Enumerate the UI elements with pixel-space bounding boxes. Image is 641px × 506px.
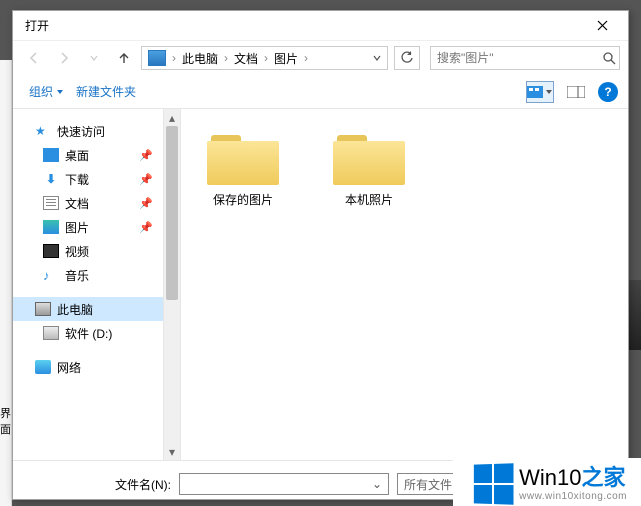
video-icon — [43, 244, 59, 258]
sidebar: ★ 快速访问 桌面 📌 ⬇ 下载 📌 文档 📌 图片 📌 视频 ♪ 音乐 此电脑 软件 (D:… — [13, 109, 181, 460]
content-area[interactable]: 保存的图片 本机照片 — [181, 109, 628, 460]
refresh-button[interactable] — [394, 46, 420, 70]
close-button[interactable] — [582, 12, 622, 40]
scroll-track[interactable] — [164, 126, 180, 443]
folder-name: 本机照片 — [345, 191, 393, 208]
new-folder-label: 新建文件夹 — [76, 83, 136, 100]
sidebar-scrollbar[interactable]: ▴ ▾ — [163, 109, 180, 460]
watermark-url: www.win10xitong.com — [519, 491, 627, 502]
sidebar-item-pictures[interactable]: 图片 📌 — [13, 215, 163, 239]
folder-name: 保存的图片 — [213, 191, 273, 208]
chevron-right-icon: › — [222, 51, 230, 65]
pin-icon: 📌 — [139, 173, 153, 186]
scroll-down-icon[interactable]: ▾ — [164, 443, 180, 460]
pin-icon: 📌 — [139, 149, 153, 162]
desktop-icon — [43, 148, 59, 162]
chevron-right-icon: › — [170, 51, 178, 65]
this-pc-label: 此电脑 — [57, 301, 93, 318]
sidebar-item-label: 桌面 — [65, 147, 89, 164]
folder-item[interactable]: 保存的图片 — [195, 129, 291, 208]
folder-item[interactable]: 本机照片 — [321, 129, 417, 208]
network-icon — [35, 360, 51, 374]
sidebar-item-downloads[interactable]: ⬇ 下载 📌 — [13, 167, 163, 191]
sidebar-item-label: 视频 — [65, 243, 89, 260]
chevron-right-icon: › — [302, 51, 310, 65]
sidebar-item-label: 图片 — [65, 219, 89, 236]
chevron-down-icon[interactable]: ⌄ — [370, 477, 384, 491]
preview-pane-button[interactable] — [562, 81, 590, 103]
sidebar-this-pc[interactable]: 此电脑 — [13, 297, 163, 321]
filter-label: 所有文件 — [404, 476, 452, 493]
sidebar-item-music[interactable]: ♪ 音乐 — [13, 263, 163, 287]
star-icon: ★ — [35, 124, 51, 138]
sidebar-item-videos[interactable]: 视频 — [13, 239, 163, 263]
network-label: 网络 — [57, 359, 81, 376]
watermark: Win10之家 www.win10xitong.com — [453, 458, 641, 506]
back-button[interactable] — [21, 45, 47, 71]
picture-icon — [43, 220, 59, 234]
organize-label: 组织 — [29, 83, 53, 100]
filename-input[interactable] — [184, 477, 370, 491]
scroll-thumb[interactable] — [166, 126, 178, 300]
breadcrumb-bar[interactable]: › 此电脑 › 文档 › 图片 › — [141, 46, 388, 70]
sidebar-item-label: 音乐 — [65, 267, 89, 284]
sidebar-item-desktop[interactable]: 桌面 📌 — [13, 143, 163, 167]
music-icon: ♪ — [43, 268, 59, 282]
up-button[interactable] — [111, 45, 137, 71]
folder-icon — [333, 129, 405, 185]
disk-icon — [43, 326, 59, 340]
search-box[interactable] — [430, 46, 620, 70]
pin-icon: 📌 — [139, 197, 153, 210]
sidebar-item-label: 下载 — [65, 171, 89, 188]
chevron-right-icon: › — [262, 51, 270, 65]
crumb-docs[interactable]: 文档 — [230, 50, 262, 67]
sidebar-item-label: 软件 (D:) — [65, 325, 112, 342]
window-title: 打开 — [25, 17, 582, 34]
crumb-pics[interactable]: 图片 — [270, 50, 302, 67]
dialog-body: ★ 快速访问 桌面 📌 ⬇ 下载 📌 文档 📌 图片 📌 视频 ♪ 音乐 此电脑 软件 (D:… — [13, 109, 628, 460]
open-dialog: 打开 › 此电脑 › 文档 › 图片 › 组织 新建文件夹 — [12, 10, 629, 500]
breadcrumb-dropdown[interactable] — [369, 53, 385, 63]
forward-button[interactable] — [51, 45, 77, 71]
sidebar-item-label: 文档 — [65, 195, 89, 212]
document-icon — [43, 196, 59, 210]
background-strip — [627, 280, 641, 350]
toolbar: 组织 新建文件夹 ? — [13, 75, 628, 109]
windows-logo-icon — [474, 463, 514, 504]
download-icon: ⬇ — [43, 172, 59, 186]
titlebar: 打开 — [13, 11, 628, 41]
sidebar-network[interactable]: 网络 — [13, 355, 163, 379]
quick-access-label: 快速访问 — [57, 123, 105, 140]
scroll-up-icon[interactable]: ▴ — [164, 109, 180, 126]
sidebar-item-drive[interactable]: 软件 (D:) — [13, 321, 163, 345]
new-folder-button[interactable]: 新建文件夹 — [70, 79, 142, 104]
search-icon[interactable] — [598, 51, 619, 65]
view-mode-button[interactable] — [526, 81, 554, 103]
pc-icon — [148, 50, 166, 66]
organize-button[interactable]: 组织 — [23, 79, 70, 104]
search-input[interactable] — [431, 51, 598, 65]
sidebar-quick-access[interactable]: ★ 快速访问 — [13, 119, 163, 143]
filename-label: 文件名(N): — [115, 476, 171, 493]
crumb-pc[interactable]: 此电脑 — [178, 50, 222, 67]
nav-row: › 此电脑 › 文档 › 图片 › — [13, 41, 628, 75]
filename-field[interactable]: ⌄ — [179, 473, 389, 495]
recent-dropdown[interactable] — [81, 45, 107, 71]
watermark-brand: Win10之家 — [519, 466, 627, 490]
folder-icon — [207, 129, 279, 185]
behind-label: 界面 — [0, 405, 11, 437]
sidebar-item-documents[interactable]: 文档 📌 — [13, 191, 163, 215]
help-button[interactable]: ? — [598, 82, 618, 102]
pin-icon: 📌 — [139, 221, 153, 234]
pc-icon — [35, 302, 51, 316]
